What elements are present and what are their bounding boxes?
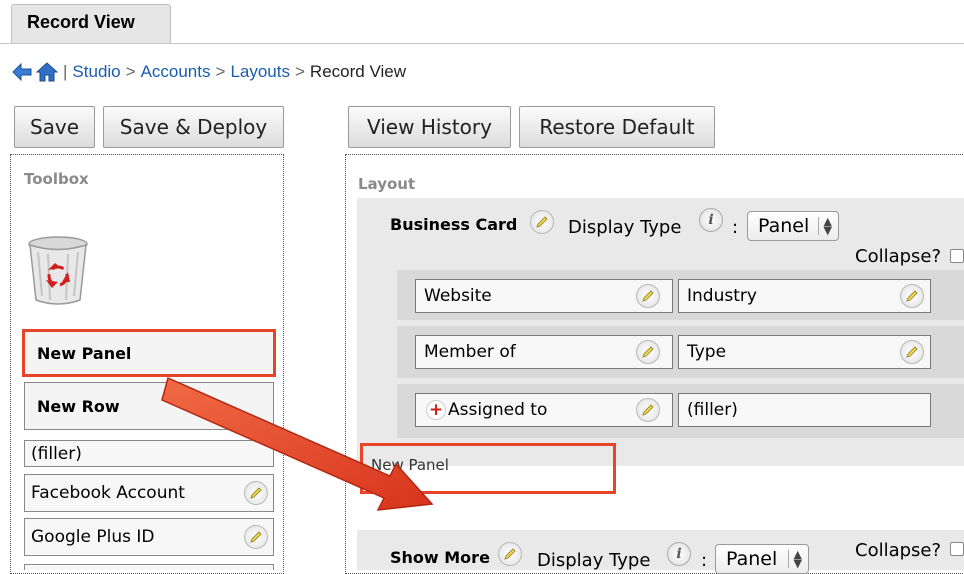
layout-field-website[interactable]: Website	[415, 279, 673, 313]
toolbox-next-item	[24, 564, 274, 570]
save-button[interactable]: Save	[14, 106, 95, 148]
toolbox-caption: Toolbox	[24, 170, 89, 188]
info-icon[interactable]: i	[667, 542, 691, 566]
toolbox-field-google-plus[interactable]: Google Plus ID	[24, 518, 274, 556]
pencil-icon[interactable]	[636, 284, 660, 308]
pencil-icon[interactable]	[900, 284, 924, 308]
display-type-label: Display Type	[537, 550, 651, 571]
breadcrumb: | Studio > Accounts > Layouts > Record V…	[12, 60, 406, 84]
display-type-label: Display Type	[568, 217, 682, 238]
breadcrumb-arrow: >	[294, 62, 305, 81]
drag-arrow-icon	[161, 376, 434, 511]
home-icon[interactable]	[36, 62, 58, 82]
breadcrumb-arrow: >	[125, 62, 136, 81]
breadcrumb-accounts[interactable]: Accounts	[141, 62, 211, 82]
breadcrumb-arrow: >	[215, 62, 226, 81]
layout-field-assigned-to[interactable]: + Assigned to	[415, 393, 673, 427]
panel-name: Show More	[390, 548, 490, 567]
panel-name: Business Card	[390, 215, 518, 234]
select-value: Panel	[758, 215, 810, 237]
field-label: Google Plus ID	[31, 527, 155, 547]
layout-caption: Layout	[358, 175, 416, 193]
field-label: Assigned to	[448, 400, 548, 420]
select-value: Panel	[726, 548, 778, 570]
pencil-icon[interactable]	[530, 210, 554, 234]
restore-default-button[interactable]: Restore Default	[519, 106, 715, 148]
field-label: Member of	[424, 342, 516, 362]
tab-record-view[interactable]: Record View	[11, 4, 171, 43]
pencil-icon[interactable]	[900, 340, 924, 364]
pencil-icon[interactable]	[636, 398, 660, 422]
info-icon[interactable]: i	[699, 208, 723, 232]
pencil-icon[interactable]	[244, 525, 268, 549]
collapse-checkbox[interactable]	[950, 542, 964, 556]
select-arrows-icon: ▲ ▼	[817, 216, 832, 236]
breadcrumb-current: Record View	[309, 62, 406, 81]
view-history-button[interactable]: View History	[348, 106, 511, 148]
collapse-label: Collapse?	[855, 246, 942, 267]
save-deploy-button[interactable]: Save & Deploy	[103, 106, 284, 148]
trash-icon[interactable]	[24, 234, 92, 311]
pencil-icon[interactable]	[498, 542, 522, 566]
field-label: (filler)	[687, 400, 738, 420]
select-arrows-icon: ▲ ▼	[787, 549, 802, 569]
pencil-icon[interactable]	[636, 340, 660, 364]
colon-label: :	[701, 550, 708, 571]
collapse-label: Collapse?	[855, 540, 942, 561]
breadcrumb-layouts[interactable]: Layouts	[230, 62, 290, 82]
back-arrow-icon[interactable]	[12, 63, 32, 81]
collapse-checkbox[interactable]	[950, 249, 964, 263]
colon-label: :	[732, 217, 739, 238]
field-label: Type	[687, 342, 727, 362]
field-label: Industry	[687, 286, 757, 306]
layout-field-member-of[interactable]: Member of	[415, 335, 673, 369]
display-type-select[interactable]: Panel ▲ ▼	[747, 211, 839, 241]
layout-field-industry[interactable]: Industry	[678, 279, 931, 313]
breadcrumb-separator: |	[63, 62, 68, 81]
field-label: Website	[424, 286, 492, 306]
breadcrumb-studio[interactable]: Studio	[72, 62, 120, 82]
layout-field-type[interactable]: Type	[678, 335, 931, 369]
layout-field-filler[interactable]: (filler)	[678, 393, 931, 427]
